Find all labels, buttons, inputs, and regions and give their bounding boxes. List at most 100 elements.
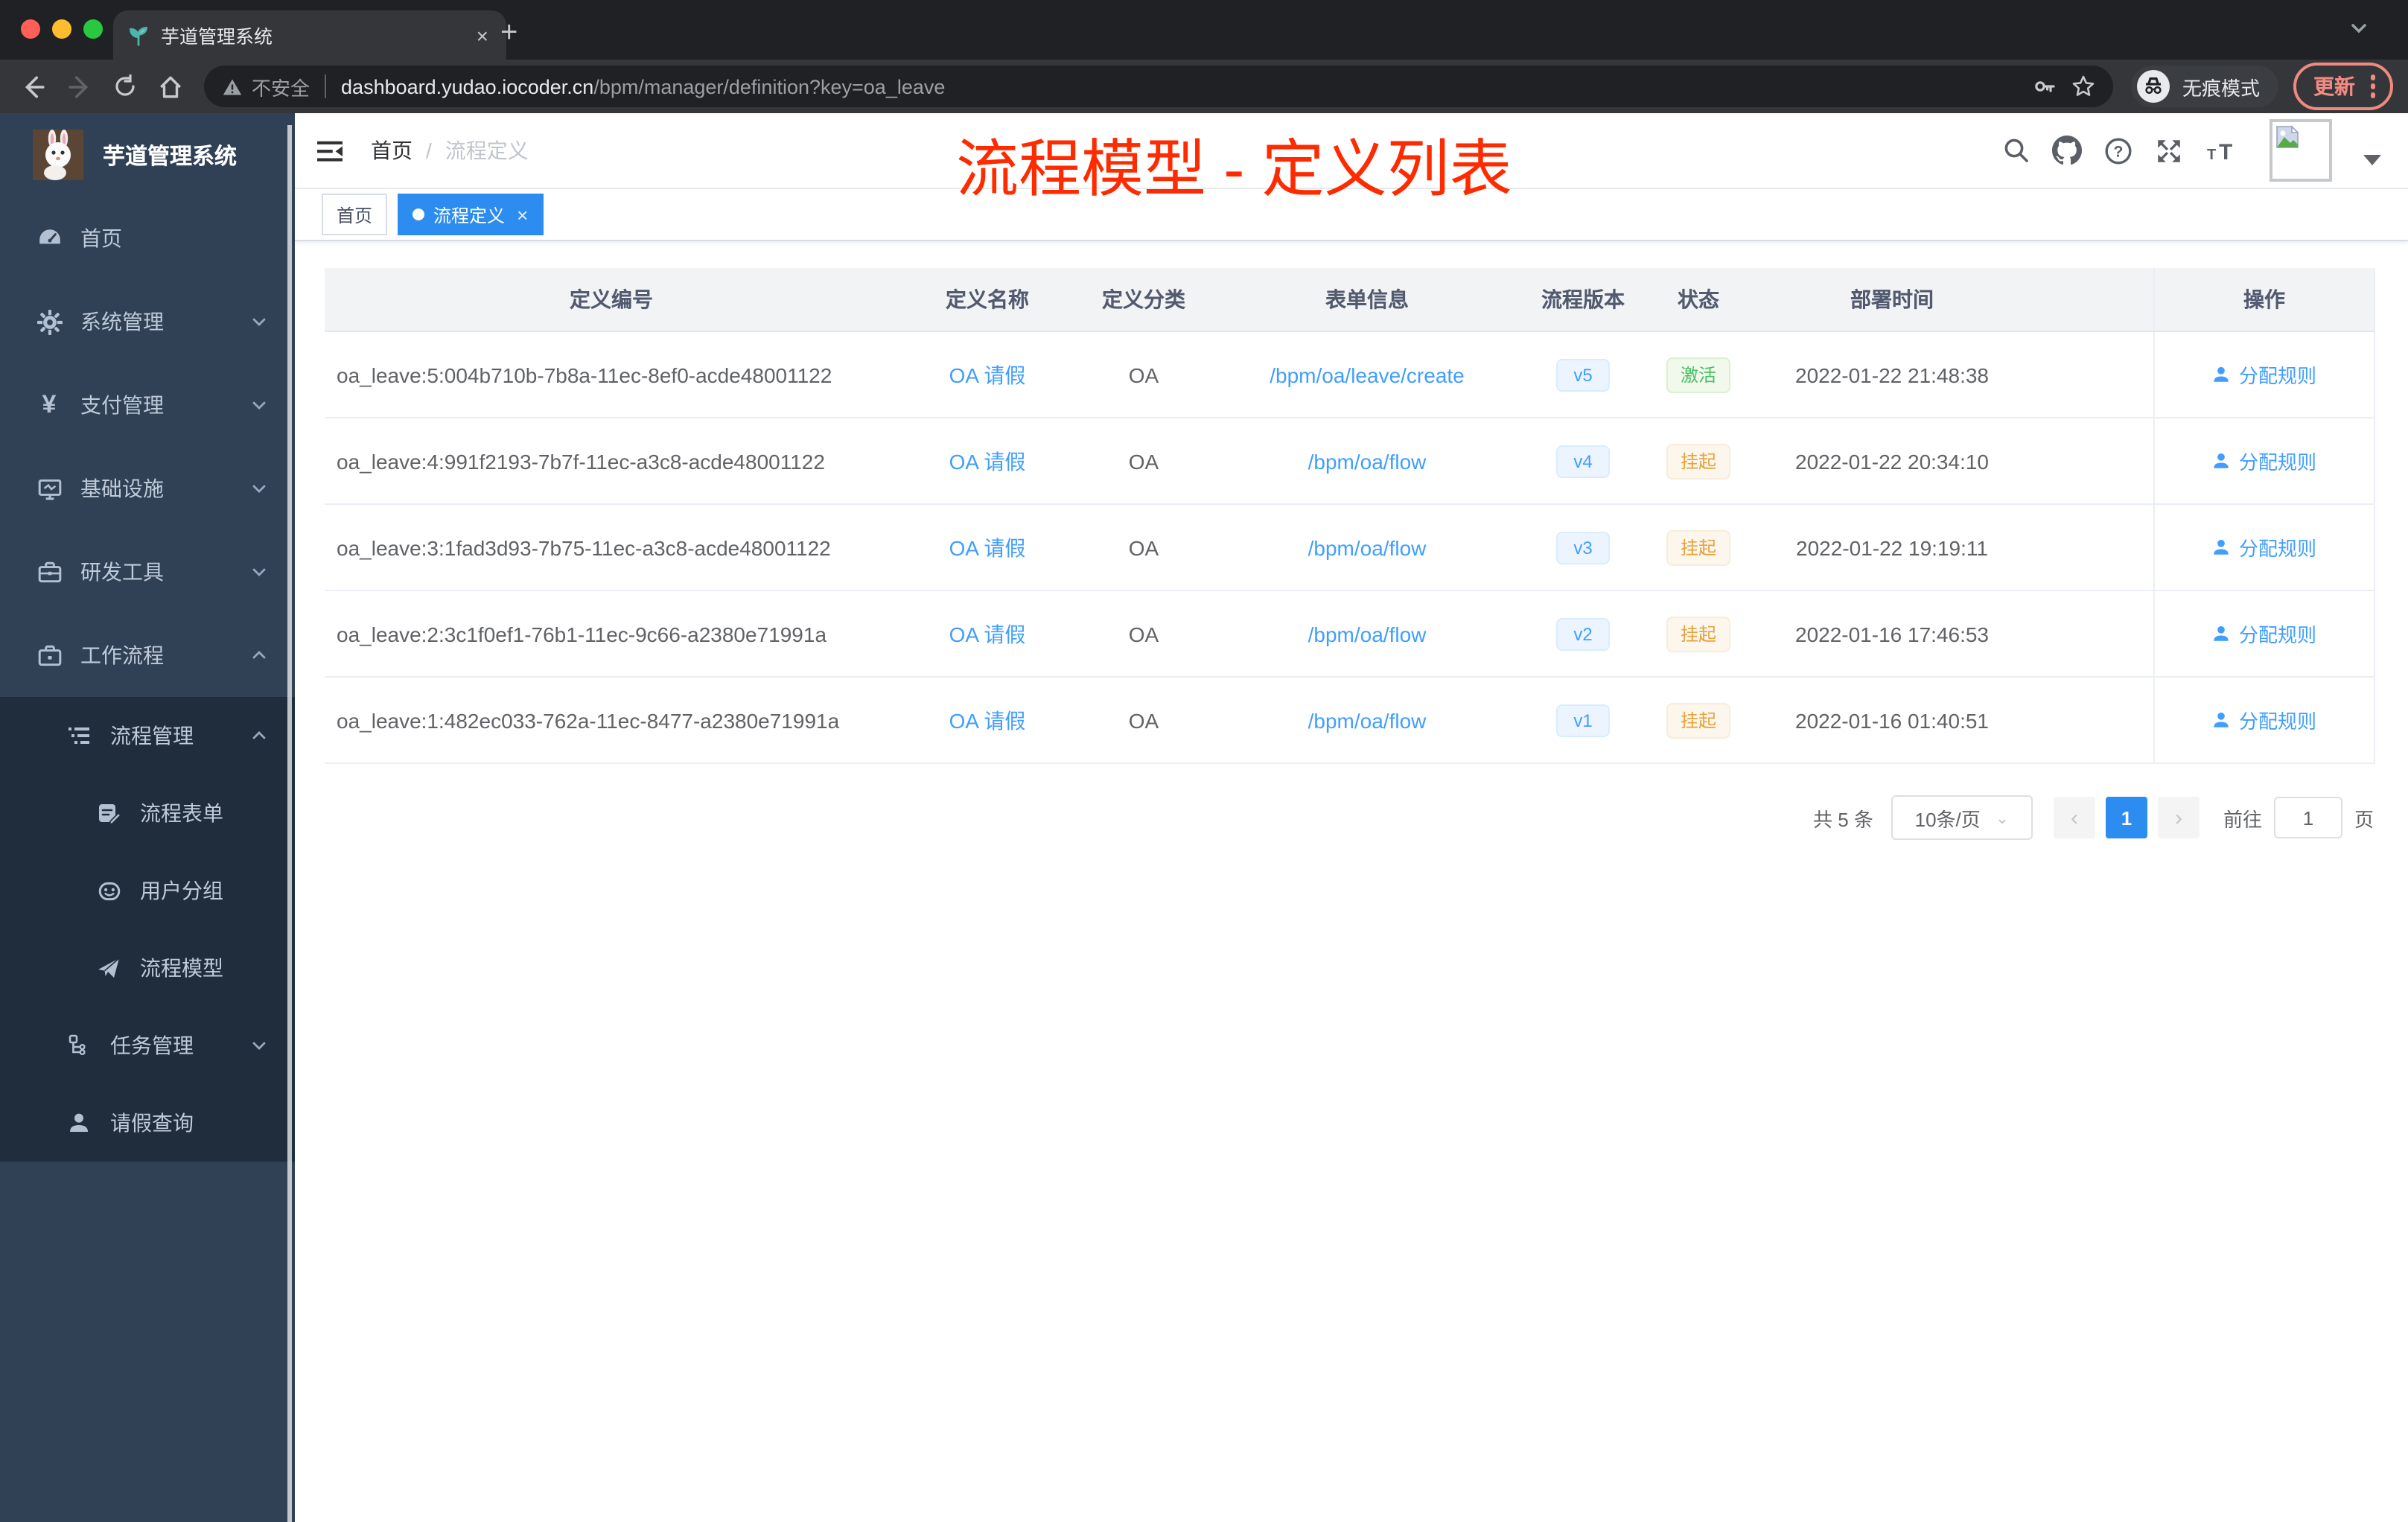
form-link[interactable]: /bpm/oa/flow: [1308, 449, 1427, 473]
chrome-update-button[interactable]: 更新: [2293, 63, 2393, 110]
sidebar-item-leave-query[interactable]: 请假查询: [0, 1084, 295, 1162]
definition-id: oa_leave:1:482ec033-762a-11ec-8477-a2380…: [337, 708, 840, 732]
avatar-caret-icon[interactable]: [2363, 155, 2381, 167]
form-link[interactable]: /bpm/oa/flow: [1308, 622, 1427, 646]
sidebar-item-label: 请假查询: [110, 1111, 194, 1135]
page-size-select[interactable]: 10条/页 ⌄: [1891, 795, 2033, 840]
minimize-window-button[interactable]: [52, 19, 71, 39]
tag-home[interactable]: 首页: [322, 194, 388, 235]
definition-category: OA: [1128, 363, 1159, 386]
incognito-badge: 无痕模式: [2131, 66, 2278, 107]
form-link[interactable]: /bpm/oa/flow: [1308, 708, 1427, 732]
goto-label: 前往: [2223, 808, 2262, 830]
column-header-spacer: [2030, 268, 2153, 331]
address-bar[interactable]: 不安全 dashboard.yudao.iocoder.cn/bpm/manag…: [204, 66, 2114, 107]
row-spacer: [2030, 332, 2153, 417]
column-header-actions: 操作: [2153, 268, 2374, 331]
font-size-icon[interactable]: TT: [2205, 137, 2238, 164]
version-badge[interactable]: v2: [1556, 617, 1610, 650]
sidebar-item-devtools[interactable]: 研发工具: [0, 530, 295, 614]
tag-close-icon[interactable]: ×: [517, 203, 528, 226]
bookmark-star-icon[interactable]: [2072, 74, 2096, 98]
sidebar-item-infrastructure[interactable]: 基础设施: [0, 447, 295, 530]
tag-process-definition[interactable]: 流程定义 ×: [398, 194, 544, 235]
collapse-sidebar-icon[interactable]: [316, 138, 344, 163]
sidebar-item-system[interactable]: 系统管理: [0, 280, 295, 363]
pagination: 共 5 条 10条/页 ⌄ ‹ 1 › 前往 1 页: [1813, 795, 2374, 840]
new-tab-button[interactable]: +: [500, 18, 517, 48]
avatar[interactable]: [2270, 119, 2332, 182]
url-path: /bpm/manager/definition?key=oa_leave: [593, 75, 946, 98]
version-badge[interactable]: v5: [1556, 358, 1610, 391]
home-button[interactable]: [158, 74, 183, 99]
definition-name-link[interactable]: OA 请假: [949, 446, 1026, 476]
version-badge[interactable]: v1: [1556, 704, 1610, 736]
gear-icon: [36, 309, 63, 334]
sidebar-item-task-management[interactable]: 任务管理: [0, 1007, 295, 1084]
goto-page-input[interactable]: 1: [2273, 797, 2342, 838]
chevron-down-icon: [250, 313, 268, 331]
status-badge: 激活: [1666, 357, 1730, 392]
navbar-actions: ? TT: [2003, 119, 2408, 182]
assign-rule-link[interactable]: 分配规则: [2212, 447, 2316, 475]
row-spacer: [2030, 591, 2153, 676]
sidebar-item-user-group[interactable]: 用户分组: [0, 852, 295, 929]
definition-name-link[interactable]: OA 请假: [949, 705, 1026, 735]
definition-name-link[interactable]: OA 请假: [949, 532, 1026, 562]
tab-search-chevron-icon[interactable]: [2348, 18, 2369, 39]
definition-category: OA: [1128, 535, 1159, 559]
assign-rule-link[interactable]: 分配规则: [2212, 620, 2316, 648]
reload-button[interactable]: [113, 74, 137, 98]
browser-tab[interactable]: 芋道管理系统 ×: [113, 10, 506, 60]
form-link[interactable]: /bpm/oa/leave/create: [1270, 363, 1465, 386]
version-badge[interactable]: v4: [1556, 445, 1610, 477]
sidebar-logo-row[interactable]: 芋道管理系统: [0, 113, 295, 197]
sidebar-scrollbar[interactable]: [287, 125, 292, 1522]
sidebar-item-process-model[interactable]: 流程模型: [0, 929, 295, 1007]
definition-name-link[interactable]: OA 请假: [949, 360, 1026, 389]
update-label: 更新: [2313, 74, 2355, 98]
github-icon[interactable]: [2052, 136, 2082, 165]
next-page-button[interactable]: ›: [2157, 797, 2200, 838]
sidebar-item-label: 流程模型: [140, 956, 223, 980]
sidebar-item-workflow[interactable]: 工作流程: [0, 614, 295, 697]
version-badge[interactable]: v3: [1556, 531, 1610, 564]
user-icon: [2214, 453, 2229, 468]
tab-close-icon[interactable]: ×: [474, 23, 491, 47]
user-icon: [2214, 625, 2229, 641]
search-icon[interactable]: [2003, 137, 2030, 164]
forward-button[interactable]: [67, 74, 92, 99]
deploy-time: 2022-01-16 17:46:53: [1795, 622, 1989, 646]
fullscreen-icon[interactable]: [2155, 136, 2183, 165]
prev-page-button[interactable]: ‹: [2053, 797, 2095, 838]
sidebar-item-label: 工作流程: [80, 643, 164, 667]
sidebar-item-process-form[interactable]: 流程表单: [0, 774, 295, 852]
breadcrumb: 首页 / 流程定义: [371, 136, 529, 165]
definition-name-link[interactable]: OA 请假: [949, 619, 1026, 649]
back-button[interactable]: [21, 74, 46, 99]
form-link[interactable]: /bpm/oa/flow: [1308, 535, 1427, 559]
column-header-version: 流程版本: [1541, 287, 1625, 311]
close-window-button[interactable]: [21, 19, 40, 39]
security-label: 不安全: [252, 77, 310, 99]
page-number-1[interactable]: 1: [2105, 797, 2147, 838]
assign-rule-link[interactable]: 分配规则: [2212, 706, 2316, 734]
zoom-window-button[interactable]: [83, 19, 103, 39]
tree-icon: [66, 1034, 92, 1057]
password-key-icon[interactable]: [2033, 74, 2057, 98]
assign-rule-link[interactable]: 分配规则: [2212, 533, 2316, 561]
table-header-row: 定义编号 定义名称 定义分类 表单信息 流程版本 状态 部署时间 操作: [325, 268, 2374, 332]
security-warning[interactable]: 不安全: [222, 72, 310, 101]
assign-rule-link[interactable]: 分配规则: [2212, 360, 2316, 389]
sidebar-item-home[interactable]: 首页: [0, 197, 295, 280]
column-header-name: 定义名称: [946, 287, 1029, 311]
menu-dots-icon[interactable]: [2370, 74, 2375, 98]
definition-id: oa_leave:2:3c1f0ef1-76b1-11ec-9c66-a2380…: [337, 622, 827, 646]
sidebar-item-process-management[interactable]: 流程管理: [0, 697, 295, 774]
help-icon[interactable]: ?: [2104, 136, 2133, 165]
status-badge: 挂起: [1666, 443, 1730, 479]
table-row: oa_leave:3:1fad3d93-7b75-11ec-a3c8-acde4…: [325, 505, 2374, 591]
sidebar-item-payment[interactable]: ¥ 支付管理: [0, 363, 295, 447]
breadcrumb-home[interactable]: 首页: [371, 136, 413, 165]
url-text[interactable]: dashboard.yudao.iocoder.cn/bpm/manager/d…: [341, 75, 2019, 98]
